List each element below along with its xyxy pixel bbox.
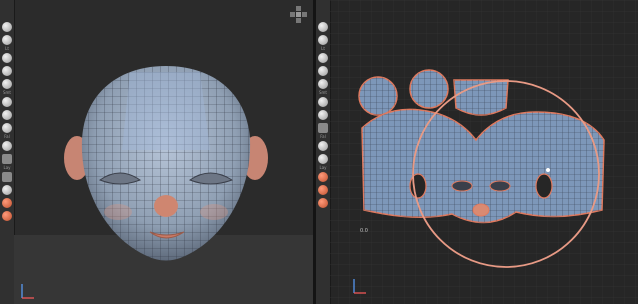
uv-eye-hole-right [489,180,511,192]
left-cheek [104,204,132,220]
uv-ear-hole-right [535,173,553,199]
brush-cursor [546,168,550,172]
nav-cube-icon[interactable] [290,6,307,23]
uv-viewport-canvas[interactable]: 0.0 [316,0,638,304]
uv-origin-label: 0.0 [360,228,368,234]
forehead-highlight [122,72,210,150]
3d-viewport-canvas[interactable] [0,0,313,304]
uv-island-eye-right[interactable] [409,69,449,109]
right-cheek [200,204,228,220]
uv-island-eye-left[interactable] [358,76,398,116]
uv-viewport[interactable]: Lt Smt Fal Lay 0.0 [316,0,638,304]
uv-mouth [472,203,490,217]
uv-eye-hole-left [451,180,473,192]
3d-viewport[interactable]: Lt Smt Fal Lay [0,0,313,304]
nose [154,195,178,217]
